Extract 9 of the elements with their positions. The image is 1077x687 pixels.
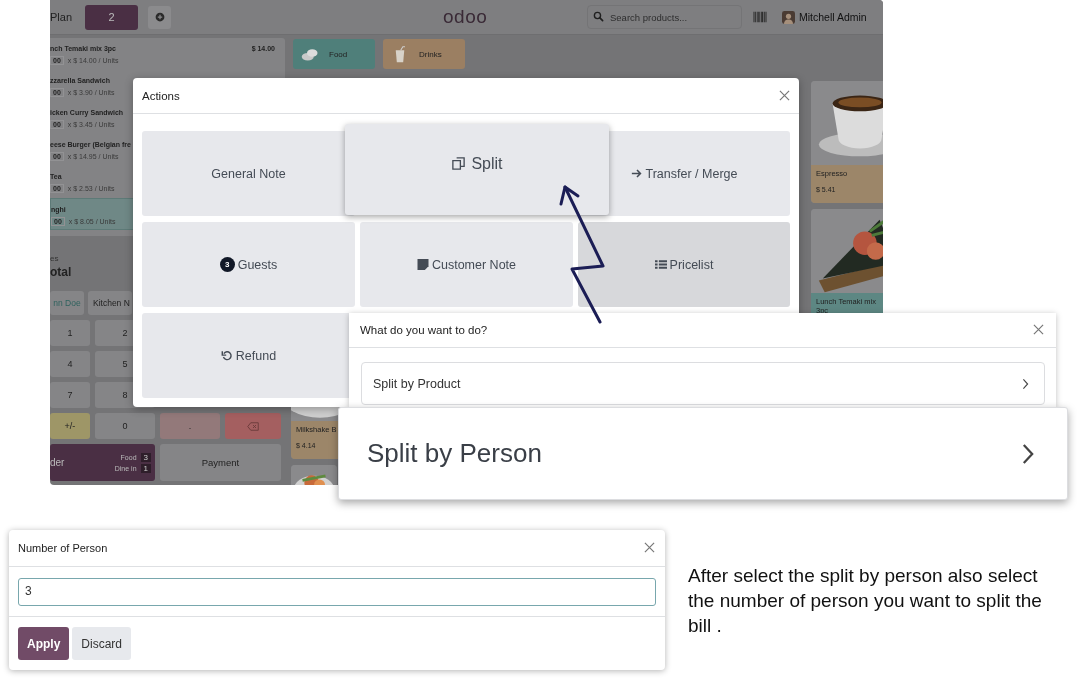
dialog-title: Number of Person <box>18 542 108 554</box>
total-label: otal <box>50 265 73 279</box>
dialog-title: What do you want to do? <box>360 324 488 336</box>
count-badge: 1 <box>140 463 151 473</box>
count-badge: 3 <box>219 257 235 272</box>
logo: odoo <box>443 6 489 28</box>
count-badge: 3 <box>140 452 151 462</box>
dialog-title: Actions <box>142 89 180 102</box>
caption-text: After select the split by person also select the number of person you want to split the bill . <box>688 564 1043 638</box>
